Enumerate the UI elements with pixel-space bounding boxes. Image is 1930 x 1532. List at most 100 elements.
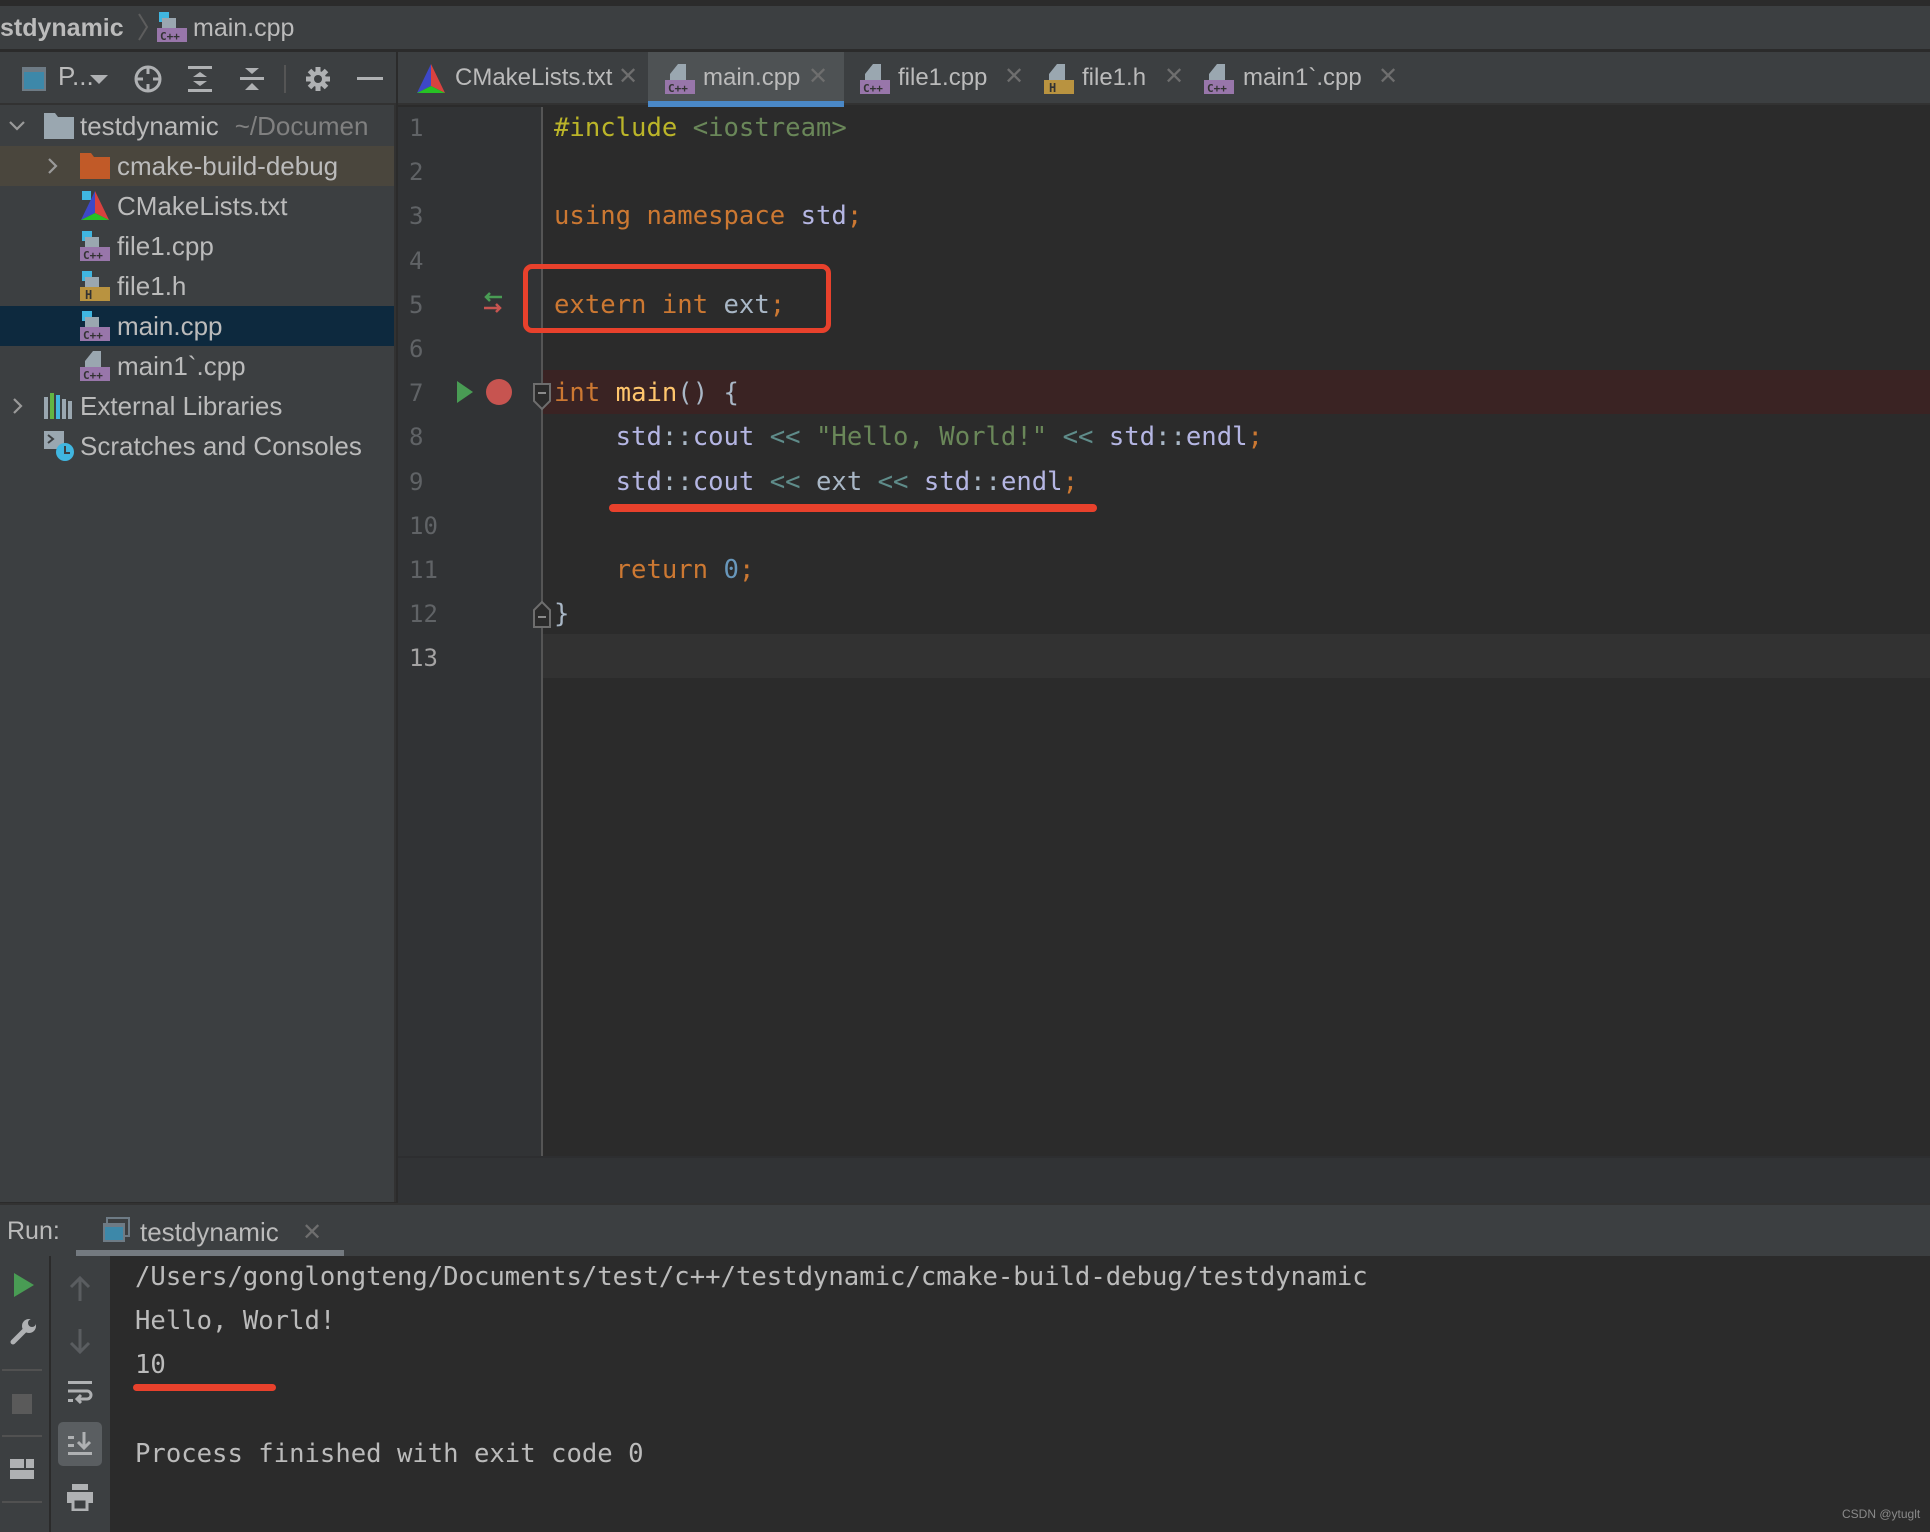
- stop-icon[interactable]: [0, 1382, 44, 1426]
- chevron-right-icon[interactable]: [42, 154, 62, 178]
- code-token: cout: [692, 466, 755, 497]
- tree-item-main1-cpp[interactable]: main1`.cpp: [0, 346, 394, 386]
- line-number[interactable]: 7: [409, 371, 449, 415]
- run-panel-header: Run: testdynamic ✕: [0, 1203, 1930, 1256]
- line-number[interactable]: 2: [409, 150, 449, 194]
- breadcrumb-file[interactable]: main.cpp: [193, 6, 294, 51]
- print-icon[interactable]: [58, 1475, 102, 1519]
- library-icon: [44, 393, 72, 419]
- tree-item-label: main.cpp: [117, 311, 223, 341]
- locate-file-icon[interactable]: [132, 64, 164, 94]
- tab-file1-h[interactable]: file1.h ✕: [1028, 52, 1188, 105]
- close-icon[interactable]: ✕: [302, 1218, 322, 1247]
- close-icon[interactable]: ✕: [808, 62, 828, 91]
- code-line[interactable]: #include <iostream>: [554, 106, 847, 150]
- close-icon[interactable]: ✕: [1164, 62, 1184, 91]
- run-tab-testdynamic[interactable]: testdynamic ✕: [76, 1205, 344, 1256]
- up-arrow-icon[interactable]: [58, 1267, 102, 1311]
- cpp-file-icon: [80, 351, 110, 381]
- tab-main1-cpp[interactable]: main1`.cpp ✕: [1188, 52, 1398, 105]
- code-token: ::: [661, 466, 693, 497]
- scroll-to-end-icon[interactable]: [58, 1422, 102, 1466]
- line-number[interactable]: 8: [409, 415, 449, 459]
- code-line[interactable]: return 0;: [554, 548, 755, 592]
- code-token: cout: [692, 422, 755, 453]
- annotation-underline-output: [133, 1384, 276, 1391]
- line-number[interactable]: 5: [409, 283, 449, 327]
- breakpoint-line-highlight: [543, 370, 1930, 414]
- editor-horizontal-scrollbar[interactable]: [398, 1156, 1930, 1203]
- line-number[interactable]: 1: [409, 106, 449, 150]
- close-icon[interactable]: ✕: [618, 62, 638, 91]
- minimize-icon[interactable]: [356, 64, 384, 94]
- tree-item-file1-h[interactable]: file1.h: [0, 266, 394, 306]
- breakpoint-icon[interactable]: [485, 378, 513, 406]
- close-icon[interactable]: ✕: [1378, 62, 1398, 91]
- excluded-folder-icon: [80, 153, 110, 179]
- code-token: namespace: [646, 201, 786, 232]
- code-token: std: [615, 466, 662, 497]
- line-number[interactable]: 6: [409, 327, 449, 371]
- line-number[interactable]: 4: [409, 239, 449, 283]
- project-view-icon[interactable]: [20, 64, 48, 94]
- code-line[interactable]: using namespace std;: [554, 194, 862, 238]
- annotation-underline-code: [609, 504, 1097, 512]
- line-number[interactable]: 9: [409, 460, 449, 504]
- layout-icon[interactable]: [0, 1447, 44, 1491]
- tree-item-external-libraries[interactable]: External Libraries: [0, 386, 394, 426]
- wrench-icon[interactable]: [2, 1309, 46, 1353]
- console-line: 10: [135, 1350, 166, 1381]
- tree-item-file1-cpp[interactable]: file1.cpp: [0, 226, 394, 266]
- expand-all-icon[interactable]: [186, 64, 214, 94]
- line-number[interactable]: 11: [409, 548, 449, 592]
- tab-main-cpp[interactable]: main.cpp ✕: [648, 52, 844, 107]
- code-line[interactable]: std::cout << "Hello, World!" << std::end…: [554, 415, 1263, 459]
- cpp-file-icon: [860, 64, 890, 94]
- line-number[interactable]: 3: [409, 194, 449, 238]
- breadcrumb-separator-icon: [138, 13, 149, 41]
- fold-icon[interactable]: [533, 383, 551, 411]
- run-gutter-icon[interactable]: [456, 380, 474, 404]
- line-number[interactable]: 12: [409, 592, 449, 636]
- tab-file1-cpp[interactable]: file1.cpp ✕: [844, 52, 1028, 105]
- scratches-icon: [44, 431, 74, 461]
- tree-item-cmakelists[interactable]: CMakeLists.txt: [0, 186, 394, 226]
- code-line[interactable]: std::cout << ext << std::endl;: [554, 460, 1078, 504]
- project-toolbar: P...: [0, 52, 396, 105]
- declaration-navigation-icon[interactable]: [482, 291, 504, 315]
- run-panel-title: Run:: [7, 1217, 60, 1245]
- rerun-icon[interactable]: [2, 1263, 46, 1307]
- soft-wrap-icon[interactable]: [58, 1370, 102, 1414]
- line-number[interactable]: 10: [409, 504, 449, 548]
- run-toolbar-primary: [0, 1256, 51, 1532]
- gear-icon[interactable]: [304, 64, 332, 94]
- tab-cmakelists[interactable]: CMakeLists.txt ✕: [406, 52, 648, 105]
- fold-end-icon[interactable]: [533, 600, 551, 628]
- tree-item-cmake-build-debug[interactable]: cmake-build-debug: [0, 146, 394, 186]
- tab-label: main1`.cpp: [1243, 64, 1362, 91]
- breadcrumb-project[interactable]: stdynamic: [0, 6, 124, 51]
- code-line[interactable]: int main() {: [554, 371, 739, 415]
- line-number[interactable]: 13: [409, 636, 449, 680]
- collapse-all-icon[interactable]: [238, 64, 266, 94]
- code-token: 0: [723, 555, 739, 585]
- down-arrow-icon[interactable]: [58, 1319, 102, 1363]
- tree-item-project-root[interactable]: testdynamic ~/Documen: [0, 106, 394, 146]
- chevron-down-icon[interactable]: [7, 114, 27, 138]
- dropdown-arrow-icon[interactable]: [88, 64, 110, 94]
- close-icon[interactable]: ✕: [1004, 62, 1024, 91]
- chevron-right-icon[interactable]: [7, 394, 27, 418]
- watermark: CSDN @ytuglt: [1842, 1507, 1921, 1521]
- tree-item-scratches[interactable]: Scratches and Consoles: [0, 426, 394, 466]
- code-line[interactable]: }: [554, 592, 569, 636]
- code-token: endl: [1185, 422, 1248, 453]
- toolbar-divider: [2, 1369, 42, 1371]
- code-token: ext: [800, 466, 878, 497]
- tree-item-main-cpp[interactable]: main.cpp: [0, 306, 394, 346]
- code-token: std: [615, 422, 662, 453]
